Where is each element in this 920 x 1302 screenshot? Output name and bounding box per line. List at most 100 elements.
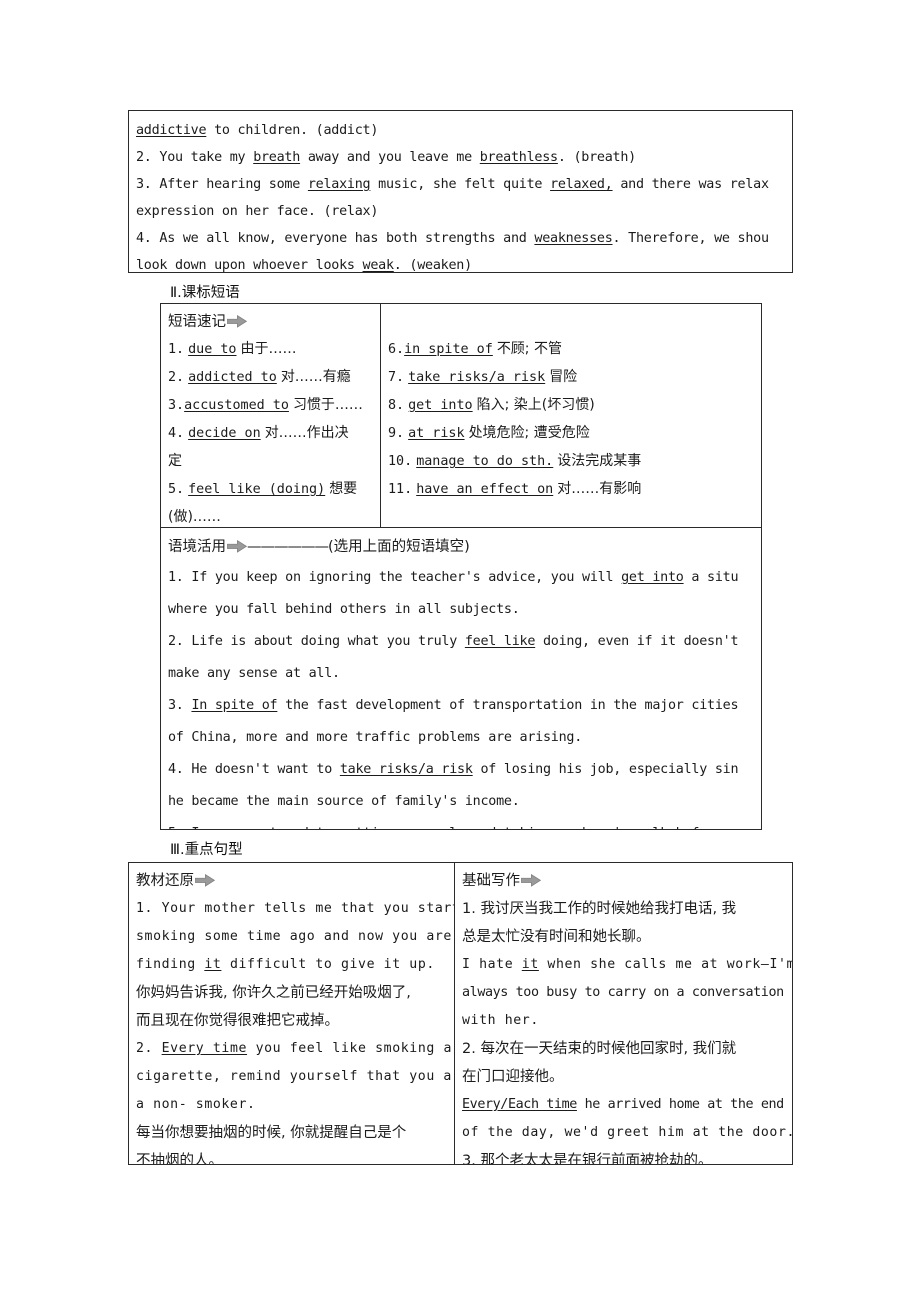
table-row: 2. You take my breath away and you leave… xyxy=(136,144,792,171)
answer-blank: feel like xyxy=(464,634,536,649)
line-text: 3. After hearing some xyxy=(136,177,308,192)
line-text: always too busy to carry on a conversati… xyxy=(462,985,784,1000)
phrase-meaning: 定 xyxy=(168,453,182,469)
answer-blank: weaknesses xyxy=(534,231,613,246)
table-row: of the day, we'd greet him at the door. xyxy=(462,1119,793,1147)
answer-blank: get into xyxy=(621,570,684,585)
table-row: 不抽烟的人。 xyxy=(136,1147,454,1164)
answer-blank: weak xyxy=(362,258,395,273)
table-row: I hate it when she calls me at work—I'm xyxy=(462,951,793,979)
table-row: Every/Each time he arrived home at the e… xyxy=(462,1091,792,1119)
line-text: with her. xyxy=(462,1013,539,1028)
table-row: 3. After hearing some relaxing music, sh… xyxy=(136,171,792,198)
phrase-meaning: 对……有影响 xyxy=(557,481,642,497)
phrases-right-column: 6.in spite of 不顾; 不管 7. take risks/a ris… xyxy=(381,304,761,527)
line-text: a situ xyxy=(683,570,739,585)
line-text: 4. As we all know, everyone has both str… xyxy=(136,231,535,246)
phrase-meaning: 由于…… xyxy=(240,341,297,357)
arrow-right-icon xyxy=(226,535,248,564)
line-text: 5. I am xyxy=(168,826,231,829)
context-dashes: —————— xyxy=(247,539,329,555)
phrase-item: 10. manage to do sth. 设法完成某事 xyxy=(388,447,761,475)
phrase-number: 10. xyxy=(388,454,413,469)
phrase-item: 5. feel like (doing) 想要 xyxy=(168,475,380,503)
phrase-number: 7. xyxy=(388,370,405,385)
answer-blank: breath xyxy=(253,150,301,165)
line-text: 4. He doesn't want to xyxy=(168,762,340,777)
line-text: cigarette, remind yourself that you are xyxy=(136,1069,454,1084)
sentence-patterns-table: 教材还原 1. Your mother tells me that you st… xyxy=(128,862,793,1165)
table-row: 5. I am accustomed to getting up early a… xyxy=(168,818,761,829)
phrase-english: get into xyxy=(408,398,473,413)
arrow-right-icon xyxy=(194,870,216,897)
line-text: . (weaken) xyxy=(393,258,472,273)
line-text: 3. xyxy=(168,698,192,713)
line-text: make any sense at all. xyxy=(168,666,340,681)
table-row: 2. Life is about doing what you truly fe… xyxy=(168,626,761,658)
line-text: when she calls me at work—I'm xyxy=(538,957,793,972)
answer-blank: breathless xyxy=(479,150,558,165)
context-usage-table: 语境活用 ——————(选用上面的短语填空) 1. If you keep on … xyxy=(160,527,762,830)
answer-blank: relaxed, xyxy=(550,177,613,192)
context-title-row: 语境活用 ——————(选用上面的短语填空) xyxy=(168,533,761,562)
line-text: of losing his job, especially sin xyxy=(472,762,739,777)
table-row: smoking some time ago and now you are xyxy=(136,923,454,951)
line-text: he arrived home at the end xyxy=(576,1097,785,1112)
table-row: with her. xyxy=(462,1007,792,1035)
line-text: doing, even if it doesn't xyxy=(535,634,739,649)
phrases-title: 短语速记 xyxy=(168,309,380,335)
answer-blank: In spite of xyxy=(191,698,278,713)
line-text: where you fall behind others in all subj… xyxy=(168,602,520,617)
context-instruction: (选用上面的短语填空) xyxy=(328,539,470,555)
phrase-number: 5. xyxy=(168,482,185,497)
table-row: 4. He doesn't want to take risks/a risk … xyxy=(168,754,761,786)
line-text: getting up early and taking an hour's wa… xyxy=(332,826,723,829)
phrase-meaning: 陷入; 染上(坏习惯) xyxy=(476,397,595,413)
phrase-english: due to xyxy=(188,342,237,357)
arrow-right-icon xyxy=(226,311,248,337)
line-text: 2. Life is about doing what you truly xyxy=(168,634,465,649)
table-row: expression on her face. (relax) xyxy=(136,198,792,225)
phrase-meaning: 冒险 xyxy=(549,369,578,385)
phrase-item: 6.in spite of 不顾; 不管 xyxy=(388,335,761,363)
phrase-number: 2. xyxy=(168,370,185,385)
phrase-english: decide on xyxy=(188,426,261,441)
arrow-right-icon xyxy=(520,870,542,897)
phrase-item: 9. at risk 处境危险; 遭受危险 xyxy=(388,419,761,447)
answer-blank: it xyxy=(204,957,222,972)
phrase-item-continuation: 定 xyxy=(168,447,380,475)
textbook-restore-column: 教材还原 1. Your mother tells me that you st… xyxy=(129,863,455,1164)
phrase-item: 1. due to 由于…… xyxy=(168,335,380,363)
phrase-item: 3.accustomed to 习惯于…… xyxy=(168,391,380,419)
phrase-item: 4. decide on 对……作出决 xyxy=(168,419,380,447)
line-text: 每当你想要抽烟的时候, 你就提醒自己是个 xyxy=(136,1125,407,1141)
line-text: of the day, we'd greet him at the door. xyxy=(462,1125,793,1140)
answer-blank: relaxing xyxy=(307,177,371,192)
table-row: 1. If you keep on ignoring the teacher's… xyxy=(168,562,761,594)
worksheet-page: addictive to children. (addict) 2. You t… xyxy=(0,0,920,1302)
line-text: . Therefore, we shou xyxy=(612,231,770,246)
context-title-label: 语境活用 xyxy=(168,539,226,555)
textbook-restore-label: 教材还原 xyxy=(136,873,194,889)
basic-writing-title: 基础写作 xyxy=(462,868,792,897)
section-heading-sentences: Ⅲ.重点句型 xyxy=(170,842,243,858)
phrase-number: 1. xyxy=(168,342,185,357)
phrase-english: have an effect on xyxy=(416,482,554,497)
phrase-english: in spite of xyxy=(404,342,493,357)
word-forms-table: addictive to children. (addict) 2. You t… xyxy=(128,110,793,273)
table-row: of China, more and more traffic problems… xyxy=(168,722,761,754)
phrase-number: 9. xyxy=(388,426,405,441)
line-text: 3. 那个老太太是在银行前面被抢劫的。 xyxy=(462,1153,713,1165)
phrase-meaning: 想要 xyxy=(329,481,358,497)
line-text: he became the main source of family's in… xyxy=(168,794,520,809)
answer-blank: it xyxy=(521,957,539,972)
line-text: difficult to give it up. xyxy=(221,957,435,972)
phrase-english: feel like (doing) xyxy=(188,482,326,497)
line-text: 你妈妈告诉我, 你许久之前已经开始吸烟了, xyxy=(136,985,411,1001)
table-row: make any sense at all. xyxy=(168,658,761,690)
phrase-english: addicted to xyxy=(188,370,277,385)
phrase-english: accustomed to xyxy=(184,398,289,413)
phrase-meaning: 习惯于…… xyxy=(292,397,363,413)
phrase-english: manage to do sth. xyxy=(416,454,554,469)
phrase-number: 8. xyxy=(388,398,405,413)
